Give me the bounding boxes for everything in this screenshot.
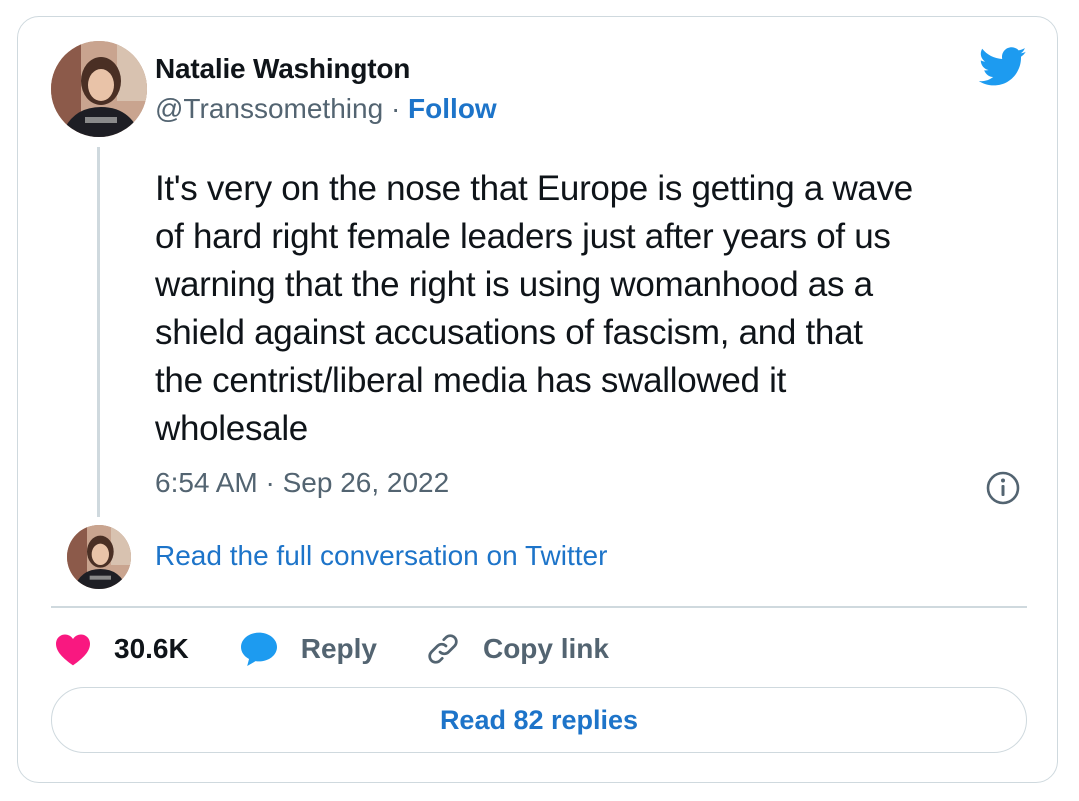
reply-button[interactable]: Reply xyxy=(239,631,377,667)
tweet-card: Natalie Washington @Transsomething · Fol… xyxy=(17,16,1058,783)
author-handle[interactable]: @Transsomething xyxy=(155,93,383,124)
thread-line xyxy=(97,147,100,517)
follow-link[interactable]: Follow xyxy=(408,93,497,124)
copy-link-label: Copy link xyxy=(482,633,609,664)
reply-bubble-icon xyxy=(240,632,277,667)
like-button[interactable]: 30.6K xyxy=(54,632,189,666)
read-conversation-link[interactable]: Read the full conversation on Twitter xyxy=(155,540,607,572)
author-handle-row: @Transsomething · Follow xyxy=(155,93,497,125)
author-name[interactable]: Natalie Washington xyxy=(155,53,410,85)
tweet-timestamp[interactable]: 6:54 AM · Sep 26, 2022 xyxy=(155,467,449,499)
handle-separator: · xyxy=(390,93,401,124)
like-count: 30.6K xyxy=(114,633,189,664)
divider xyxy=(51,606,1027,608)
action-bar: 30.6K Reply Copy link xyxy=(54,627,609,671)
link-icon xyxy=(428,634,458,664)
twitter-bird-icon[interactable] xyxy=(978,47,1028,87)
author-avatar[interactable] xyxy=(51,41,147,137)
reply-label: Reply xyxy=(300,633,377,664)
tweet-text: It's very on the nose that Europe is get… xyxy=(155,169,913,448)
copy-link-button[interactable]: Copy link xyxy=(425,631,609,667)
heart-icon xyxy=(56,634,90,666)
info-icon[interactable] xyxy=(985,470,1021,506)
conversation-avatar[interactable] xyxy=(67,525,131,589)
read-replies-button[interactable]: Read 82 replies xyxy=(51,687,1027,753)
